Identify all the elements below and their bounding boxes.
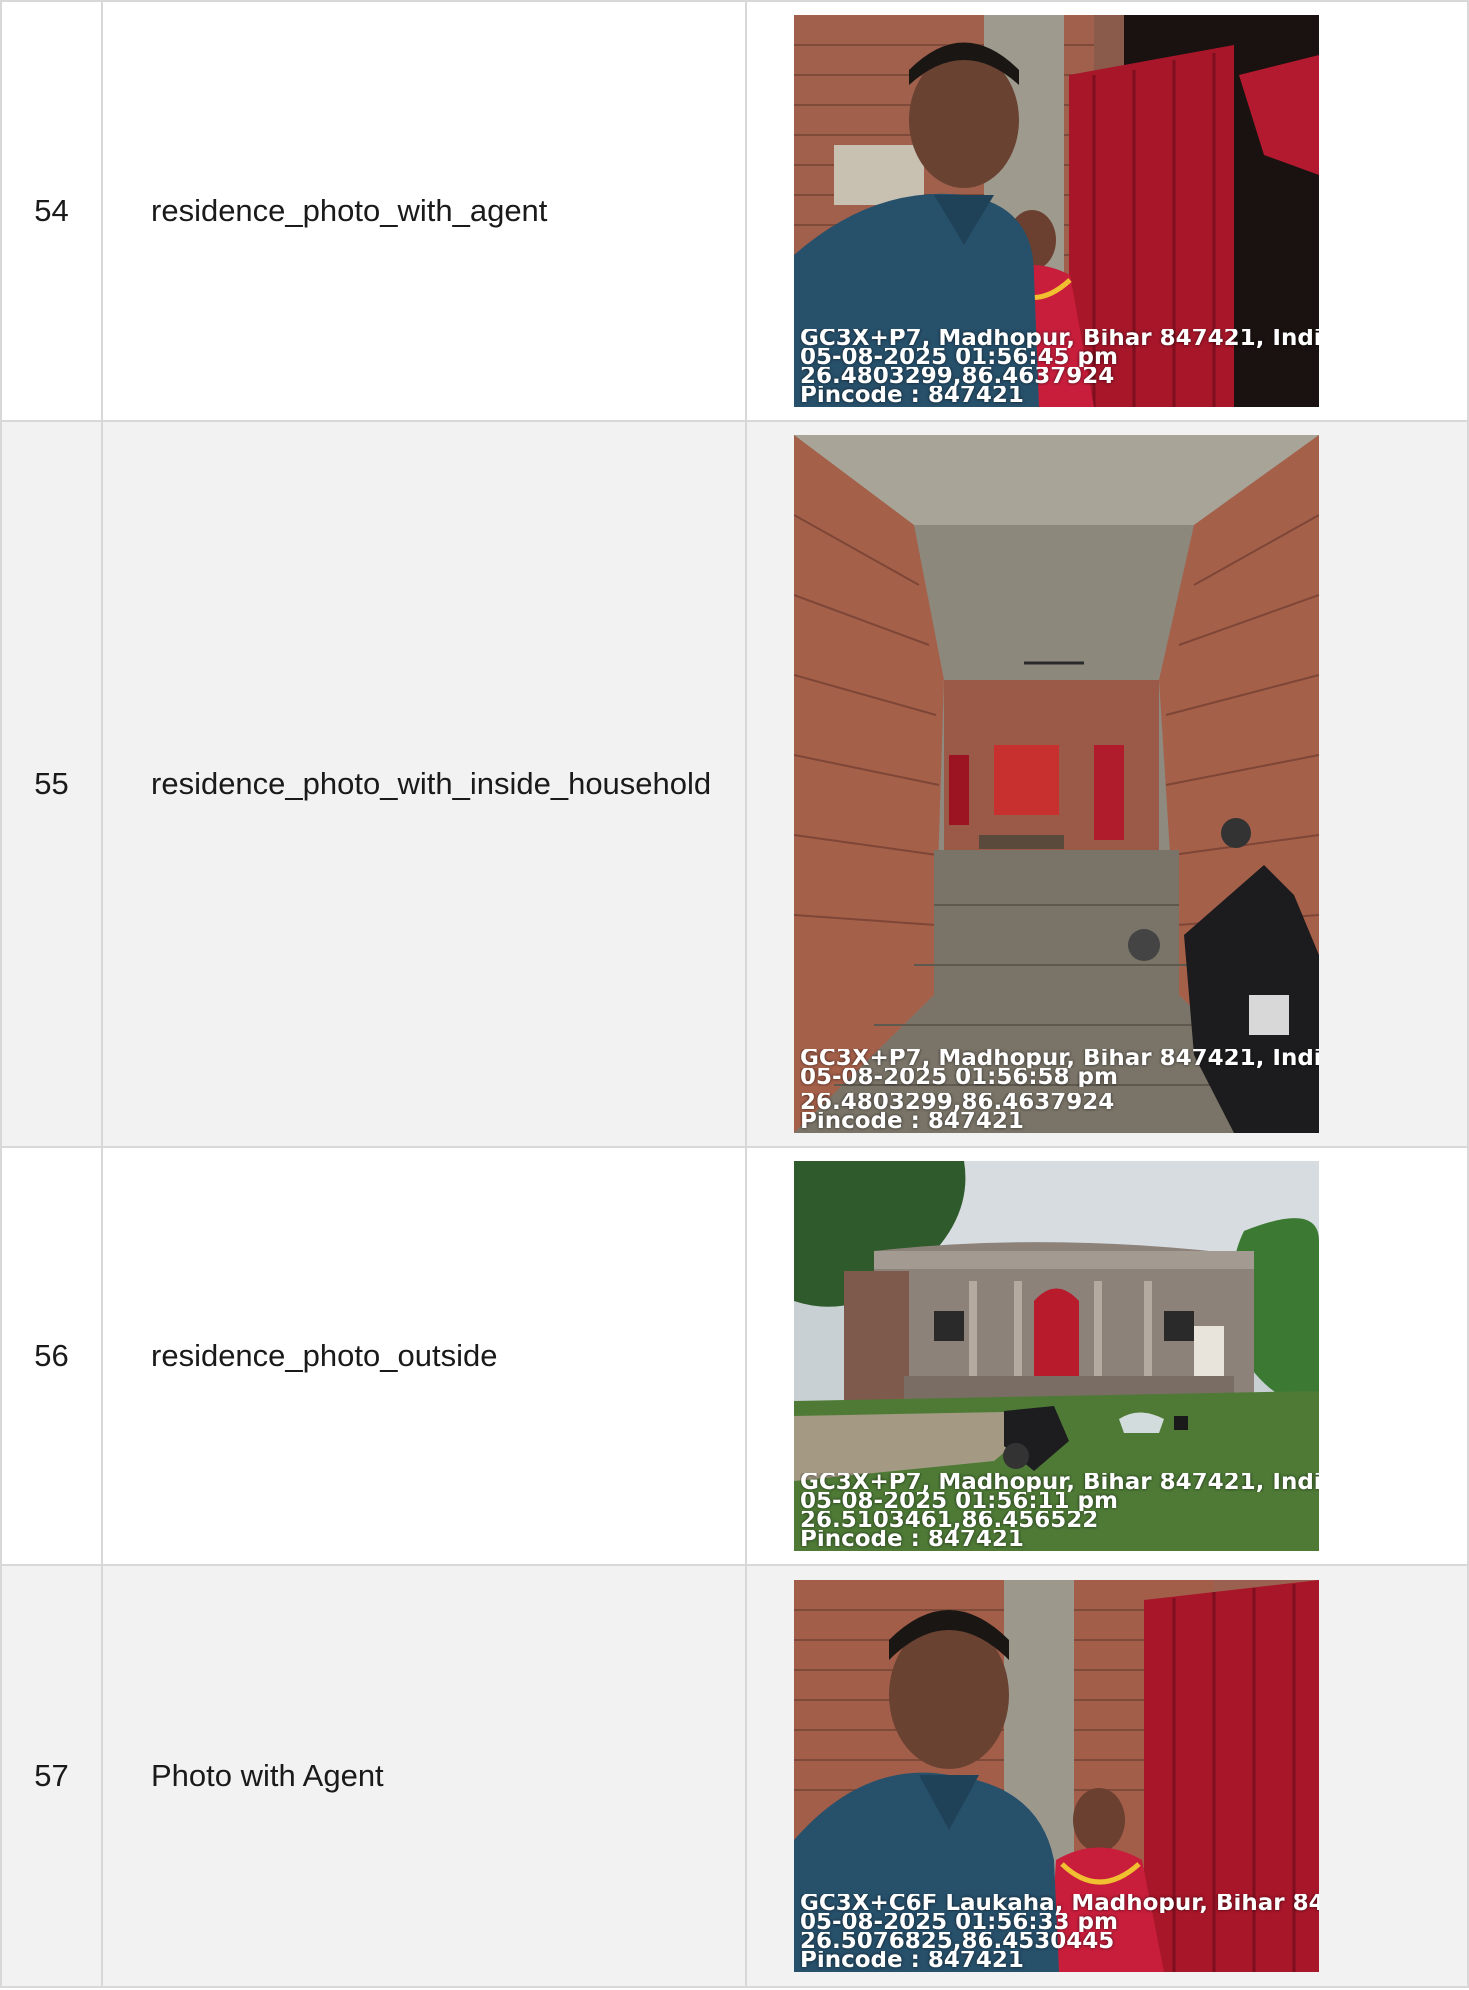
stamp-address: GC3X+P7, Madhopur, Bihar 847421, India .…: [800, 1049, 1319, 1068]
residence-photo-inside-household[interactable]: GC3X+P7, Madhopur, Bihar 847421, India .…: [794, 435, 1319, 1133]
row-label: residence_photo_with_inside_household: [101, 420, 747, 1148]
residence-photo-outside[interactable]: GC3X+P7, Madhopur, Bihar 847421, India .…: [794, 1161, 1319, 1551]
stamp-coords: 26.5103461,86.456522: [800, 1511, 1099, 1530]
stamp-pincode: Pincode : 847421: [800, 1951, 1024, 1970]
stamp-coords: 26.4803299,86.4637924: [800, 1093, 1115, 1112]
table-row: 57 Photo with Agent GC3X+C6F Laukaha, Ma…: [0, 1564, 1469, 1988]
stamp-coords: 26.5076825,86.4530445: [800, 1932, 1115, 1951]
stamp-pincode: Pincode : 847421: [800, 1112, 1024, 1131]
photo-geotag-stamp: GC3X+P7, Madhopur, Bihar 847421, India .…: [800, 1473, 1319, 1549]
row-index: 56: [0, 1146, 103, 1566]
stamp-datetime: 05-08-2025 01:56:58 pm: [800, 1068, 1118, 1087]
interior-image: [794, 435, 1319, 1133]
photo-cell: GC3X+P7, Madhopur, Bihar 847421, India .…: [745, 420, 1469, 1148]
photo-cell: GC3X+P7, Madhopur, Bihar 847421, India .…: [745, 0, 1469, 422]
photo-cell: GC3X+P7, Madhopur, Bihar 847421, India .…: [745, 1146, 1469, 1566]
table-row: 54 residence_photo_with_agent GC3X+P7, M…: [0, 0, 1469, 422]
row-index: 57: [0, 1564, 103, 1988]
stamp-address: GC3X+P7, Madhopur, Bihar 847421, India .…: [800, 1473, 1319, 1492]
stamp-pincode: Pincode : 847421: [800, 386, 1024, 405]
photo-table: 54 residence_photo_with_agent GC3X+P7, M…: [0, 0, 1469, 1988]
stamp-datetime: 05-08-2025 01:56:45 pm: [800, 348, 1118, 367]
stamp-address: GC3X+P7, Madhopur, Bihar 847421, India .…: [800, 329, 1319, 348]
stamp-pincode: Pincode : 847421: [800, 1530, 1024, 1549]
row-label: residence_photo_with_agent: [101, 0, 747, 422]
stamp-address: GC3X+C6F Laukaha, Madhopur, Bihar 847421: [800, 1894, 1319, 1913]
table-row: 56 residence_photo_outside GC3X+P7, Madh…: [0, 1146, 1469, 1566]
stamp-coords: 26.4803299,86.4637924: [800, 367, 1115, 386]
stamp-datetime: 05-08-2025 01:56:33 pm: [800, 1913, 1118, 1932]
photo-geotag-stamp: GC3X+C6F Laukaha, Madhopur, Bihar 847421…: [800, 1894, 1319, 1970]
photo-geotag-stamp: GC3X+P7, Madhopur, Bihar 847421, India .…: [800, 329, 1319, 405]
residence-photo-with-agent[interactable]: GC3X+P7, Madhopur, Bihar 847421, India .…: [794, 15, 1319, 407]
row-label: residence_photo_outside: [101, 1146, 747, 1566]
photo-with-agent[interactable]: GC3X+C6F Laukaha, Madhopur, Bihar 847421…: [794, 1580, 1319, 1972]
stamp-datetime: 05-08-2025 01:56:11 pm: [800, 1492, 1118, 1511]
row-index: 55: [0, 420, 103, 1148]
photo-cell: GC3X+C6F Laukaha, Madhopur, Bihar 847421…: [745, 1564, 1469, 1988]
table-row: 55 residence_photo_with_inside_household: [0, 420, 1469, 1148]
photo-geotag-stamp: GC3X+P7, Madhopur, Bihar 847421, India .…: [800, 1049, 1319, 1131]
row-index: 54: [0, 0, 103, 422]
row-label: Photo with Agent: [101, 1564, 747, 1988]
